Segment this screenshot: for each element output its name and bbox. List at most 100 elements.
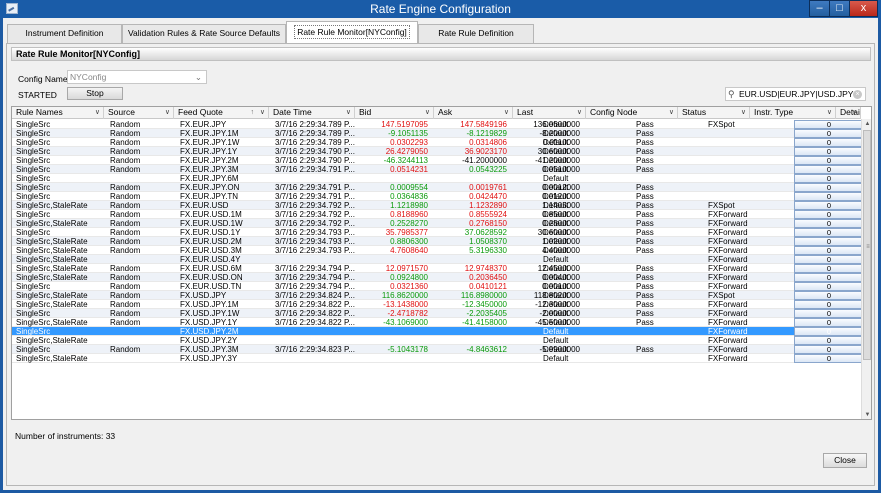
details-button[interactable]: 0 xyxy=(794,336,864,345)
column-header-feed-quote[interactable]: Feed Quote ↑ ∨ xyxy=(174,107,269,119)
table-row[interactable]: SingleSrc,StaleRate Random FX.EUR.USD.3M 3/… xyxy=(12,246,864,255)
table-row[interactable]: SingleSrc Random FX.EUR.JPY.1W 3/7/16 2:29:… xyxy=(12,138,864,147)
details-button[interactable]: 0 xyxy=(794,318,864,327)
table-row[interactable]: SingleSrc Random FX.EUR.JPY.2M 3/7/16 2:29:… xyxy=(12,156,864,165)
column-header-config-node[interactable]: Config Node ∨ xyxy=(586,107,678,119)
table-row[interactable]: SingleSrc FX.USD.JPY.2M Default FXForward 0 xyxy=(12,327,864,336)
column-header-instr-type[interactable]: Instr. Type ∨ xyxy=(750,107,836,119)
details-button[interactable]: 0 xyxy=(794,201,864,210)
scroll-thumb[interactable]: ≡ xyxy=(863,130,871,360)
vertical-scrollbar[interactable]: ▲ ≡ ▼ xyxy=(861,119,871,419)
details-button[interactable]: 0 xyxy=(794,327,864,336)
table-row[interactable]: SingleSrc Random FX.EUR.USD.1Y 3/7/16 2:29:… xyxy=(12,228,864,237)
table-row[interactable]: SingleSrc,StaleRate Random FX.EUR.USD.2M 3/… xyxy=(12,237,864,246)
table-row[interactable]: SingleSrc,StaleRate Random FX.EUR.USD.6M 3/… xyxy=(12,264,864,273)
search-input[interactable]: ⚲ EUR.USD|EUR.JPY|USD.JPY × xyxy=(725,87,866,101)
table-row[interactable]: SingleSrc,StaleRate Random FX.USD.JPY.1Y 3/… xyxy=(12,318,864,327)
tab-rate-rule-definition[interactable]: Rate Rule Definition xyxy=(418,24,534,43)
details-button[interactable]: 0 xyxy=(794,309,864,318)
details-button[interactable]: 0 xyxy=(794,156,864,165)
table-row[interactable]: SingleSrc,StaleRate Random FX.USD.JPY 3/7/1… xyxy=(12,291,864,300)
details-button[interactable]: 0 xyxy=(794,165,864,174)
column-header-date-time[interactable]: Date Time ∨ xyxy=(269,107,355,119)
config-name-select[interactable]: NYConfig ⌄ xyxy=(67,70,207,84)
table-row[interactable]: SingleSrc,StaleRate Random FX.EUR.USD.1W 3/… xyxy=(12,219,864,228)
column-filter-icon[interactable]: ∨ xyxy=(165,107,170,118)
details-button[interactable]: 0 xyxy=(794,120,864,129)
minimize-button[interactable]: – xyxy=(809,0,830,17)
column-header-status[interactable]: Status ∨ xyxy=(678,107,750,119)
table-row[interactable]: SingleSrc Random FX.USD.JPY.1W 3/7/16 2:29:… xyxy=(12,309,864,318)
column-filter-icon[interactable]: ∨ xyxy=(827,107,832,118)
details-button[interactable]: 0 xyxy=(794,300,864,309)
title-bar[interactable]: Rate Engine Configuration – □ x xyxy=(0,0,881,18)
cell-bid xyxy=(355,354,431,363)
details-button[interactable]: 0 xyxy=(794,219,864,228)
details-button[interactable]: 0 xyxy=(794,237,864,246)
column-header-last[interactable]: Last ∨ xyxy=(513,107,586,119)
section-title: Rate Rule Monitor[NYConfig] xyxy=(11,47,871,61)
details-button[interactable]: 0 xyxy=(794,273,864,282)
table-row[interactable]: SingleSrc,StaleRate FX.USD.JPY.2Y Default F… xyxy=(12,336,864,345)
details-button[interactable]: 0 xyxy=(794,183,864,192)
instruments-table[interactable]: Rule Names ∨ Source ∨ Feed Quote ↑ ∨ Date Time ∨… xyxy=(11,106,872,420)
details-button[interactable]: 0 xyxy=(794,291,864,300)
clear-search-icon[interactable]: × xyxy=(853,90,862,99)
table-row[interactable]: SingleSrc Random FX.EUR.JPY.ON 3/7/16 2:29:… xyxy=(12,183,864,192)
details-button[interactable]: 0 xyxy=(794,246,864,255)
table-row[interactable]: SingleSrc Random FX.EUR.JPY.3M 3/7/16 2:29:… xyxy=(12,165,864,174)
table-row[interactable]: SingleSrc,StaleRate FX.EUR.USD.4Y Default F… xyxy=(12,255,864,264)
details-button[interactable]: 0 xyxy=(794,282,864,291)
close-window-button[interactable]: x xyxy=(849,0,878,17)
column-filter-icon[interactable]: ∨ xyxy=(425,107,430,118)
table-row[interactable]: SingleSrc Random FX.EUR.JPY.1Y 3/7/16 2:29:… xyxy=(12,147,864,156)
tab-rate-rule-monitor[interactable]: Rate Rule Monitor[NYConfig] xyxy=(286,21,418,43)
table-row[interactable]: SingleSrc Random FX.EUR.JPY 3/7/16 2:29:34.… xyxy=(12,120,864,129)
table-row[interactable]: SingleSrc Random FX.EUR.USD.TN 3/7/16 2:29:… xyxy=(12,282,864,291)
cell-bid: 116.8620000 xyxy=(381,291,428,300)
scroll-down-icon[interactable]: ▼ xyxy=(862,410,871,419)
column-header-label: Config Node xyxy=(590,107,638,117)
details-button[interactable]: 0 xyxy=(794,138,864,147)
table-row[interactable]: SingleSrc,StaleRate Random FX.EUR.USD.ON 3/… xyxy=(12,273,864,282)
table-row[interactable]: SingleSrc FX.EUR.JPY.6M Default 0 xyxy=(12,174,864,183)
column-filter-icon[interactable]: ∨ xyxy=(669,107,674,118)
column-filter-icon[interactable]: ∨ xyxy=(852,107,857,118)
stop-button[interactable]: Stop xyxy=(67,87,123,100)
column-filter-icon[interactable]: ∨ xyxy=(504,107,509,118)
column-header-bid[interactable]: Bid ∨ xyxy=(355,107,434,119)
details-button[interactable]: 0 xyxy=(794,147,864,156)
cell-rule-names: SingleSrc xyxy=(16,156,51,165)
details-button[interactable]: 0 xyxy=(794,345,864,354)
maximize-button[interactable]: □ xyxy=(829,0,850,17)
table-row[interactable]: SingleSrc Random FX.EUR.USD.1M 3/7/16 2:29:… xyxy=(12,210,864,219)
details-button[interactable]: 0 xyxy=(794,129,864,138)
column-header-ask[interactable]: Ask ∨ xyxy=(434,107,513,119)
tab-instrument-definition[interactable]: Instrument Definition xyxy=(7,24,122,43)
details-button[interactable]: 0 xyxy=(794,192,864,201)
details-button[interactable]: 0 xyxy=(794,354,864,363)
table-row[interactable]: SingleSrc Random FX.EUR.JPY.1M 3/7/16 2:29:… xyxy=(12,129,864,138)
column-filter-icon[interactable]: ∨ xyxy=(95,107,100,118)
close-button[interactable]: Close xyxy=(823,453,867,468)
table-row[interactable]: SingleSrc,StaleRate Random FX.USD.JPY.1M 3/… xyxy=(12,300,864,309)
column-filter-icon[interactable]: ∨ xyxy=(741,107,746,118)
tab-validation-rules[interactable]: Validation Rules & Rate Source Defaults xyxy=(122,24,286,43)
table-row[interactable]: SingleSrc,StaleRate FX.USD.JPY.3Y Default F… xyxy=(12,354,864,363)
details-button[interactable]: 0 xyxy=(794,228,864,237)
details-button[interactable]: 0 xyxy=(794,255,864,264)
table-row[interactable]: SingleSrc,StaleRate Random FX.EUR.USD 3/7/1… xyxy=(12,201,864,210)
column-filter-icon[interactable]: ∨ xyxy=(577,107,582,118)
scroll-up-icon[interactable]: ▲ xyxy=(862,119,871,129)
details-button[interactable]: 0 xyxy=(794,210,864,219)
column-header-source[interactable]: Source ∨ xyxy=(104,107,174,119)
column-filter-icon[interactable]: ∨ xyxy=(260,107,265,118)
column-header-rule-names[interactable]: Rule Names ∨ xyxy=(12,107,104,119)
table-row[interactable]: SingleSrc Random FX.USD.JPY.3M 3/7/16 2:29:… xyxy=(12,345,864,354)
table-row[interactable]: SingleSrc Random FX.EUR.JPY.TN 3/7/16 2:29:… xyxy=(12,192,864,201)
column-filter-icon[interactable]: ∨ xyxy=(346,107,351,118)
details-button[interactable]: 0 xyxy=(794,264,864,273)
details-button[interactable]: 0 xyxy=(794,174,864,183)
cell-date-time: 3/7/16 2:29:34.794 P... xyxy=(275,273,355,282)
column-header-details[interactable]: Details∨ xyxy=(836,107,861,119)
